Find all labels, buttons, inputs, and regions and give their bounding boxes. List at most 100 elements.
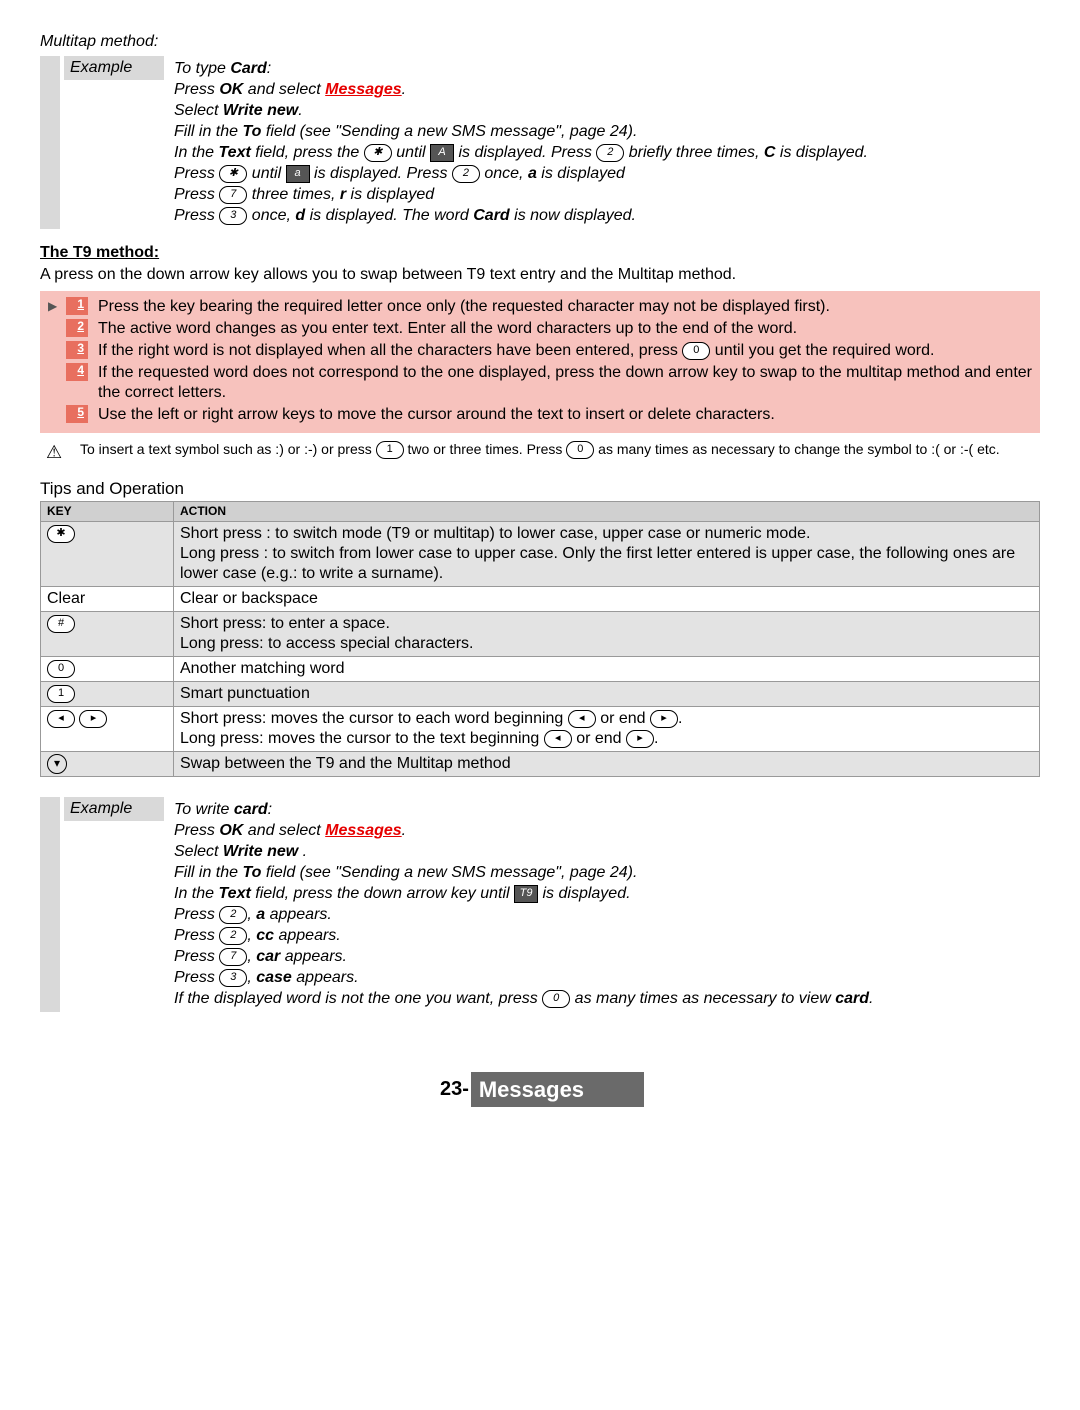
text: Press [174,927,219,944]
key-0-icon: 0 [682,342,710,360]
text: Fill in the [174,123,242,140]
text: is displayed [346,186,434,203]
step-text: The active word changes as you enter tex… [98,319,1032,339]
text: : [267,60,271,77]
key-0-icon: 0 [542,990,570,1008]
key-7-icon: 7 [219,948,247,966]
text: : [268,801,272,818]
text: OK [219,81,243,98]
text: field, press the [251,144,364,161]
step-number: 3 [66,341,88,359]
mode-A-icon: A [430,144,454,162]
page-number: 23- [436,1077,473,1102]
t9-steps: ▶ 1 Press the key bearing the required l… [40,291,1040,433]
nav-right-icon: ▸ [650,710,678,728]
text: field (see "Sending a new SMS message", … [261,123,637,140]
tips-table: KEY ACTION ✱ Short press : to switch mod… [40,501,1040,777]
text: once, [484,165,528,182]
footer-title: Messages [471,1072,644,1108]
messages-link[interactable]: Messages [325,81,402,98]
text: Press [174,948,219,965]
key-0-icon: 0 [566,441,594,459]
action-text: Clear or backspace [174,586,1040,611]
t9-intro: A press on the down arrow key allows you… [40,265,1040,285]
example-gutter [40,797,60,1012]
text: a [528,165,537,182]
star-key-icon: ✱ [364,144,392,162]
text: Text [218,885,250,902]
text: is displayed. [542,885,630,902]
text: card [234,801,268,818]
page-footer: 23- Messages [40,1072,1040,1108]
step-text: Press the key bearing the required lette… [98,297,1032,317]
text: In the [174,144,218,161]
step-text: If the requested word does not correspon… [98,363,1032,403]
key-3-icon: 3 [219,207,247,225]
text: appears. [280,948,347,965]
text: briefly three times, [629,144,764,161]
text: a [256,906,265,923]
text: . [402,81,406,98]
t9-mode-icon: T9 [514,885,538,903]
warning-note: ⚠ To insert a text symbol such as :) or … [40,441,1040,464]
text: , [247,969,256,986]
text: until [396,144,430,161]
text: Write new [223,843,303,860]
star-key-icon: ✱ [47,525,75,543]
key-2-icon: 2 [219,927,247,945]
text: card [835,990,869,1007]
key-0-icon: 0 [47,660,75,678]
text: To write [174,801,234,818]
nav-right-icon: ▸ [79,710,107,728]
text: Card [473,207,509,224]
text: Press [174,207,219,224]
text: is displayed. The word [305,207,473,224]
step-arrow-icon: ▶ [48,297,66,314]
nav-left-icon: ◂ [544,730,572,748]
text: To type [174,60,230,77]
text: is displayed. Press [314,165,452,182]
text: To [242,123,261,140]
text: appears. [274,927,341,944]
step-text: If the right word is not displayed when … [98,341,1032,361]
example-label: Example [64,56,164,80]
text: . [869,990,873,1007]
key-2-icon: 2 [596,144,624,162]
text: until [252,165,286,182]
key-1-icon: 1 [376,441,404,459]
key-3-icon: 3 [219,969,247,987]
step-number: 1 [66,297,88,315]
text: appears. [265,906,332,923]
example-2: Example To write card: Press OK and sele… [40,797,1040,1012]
text: , [247,948,256,965]
text: and select [243,81,325,98]
text: is displayed. Press [458,144,596,161]
text: Text [218,144,250,161]
messages-link[interactable]: Messages [325,822,402,839]
t9-heading: The T9 method: [40,243,1040,263]
text: field (see "Sending a new SMS message", … [261,864,637,881]
text: C [764,144,776,161]
nav-left-icon: ◂ [568,710,596,728]
text: as many times as necessary to view [575,990,836,1007]
text: . [298,102,302,119]
text: d [295,207,305,224]
text: Fill in the [174,864,242,881]
action-text: Smart punctuation [174,681,1040,706]
key-text: Clear [41,586,174,611]
key-2-icon: 2 [219,906,247,924]
example-label: Example [64,797,164,821]
text: and select [243,822,325,839]
text: Press [174,165,219,182]
step-number: 2 [66,319,88,337]
star-key-icon: ✱ [219,165,247,183]
action-text: Short press : to switch mode (T9 or mult… [174,521,1040,586]
text: Press [174,186,219,203]
example-1: Example To type Card: Press OK and selec… [40,56,1040,229]
text: Select [174,843,223,860]
text: three times, [252,186,340,203]
text: To insert a text symbol such as :) or :-… [80,441,376,457]
text: Press [174,969,219,986]
nav-right-icon: ▸ [626,730,654,748]
text: is now displayed. [510,207,636,224]
